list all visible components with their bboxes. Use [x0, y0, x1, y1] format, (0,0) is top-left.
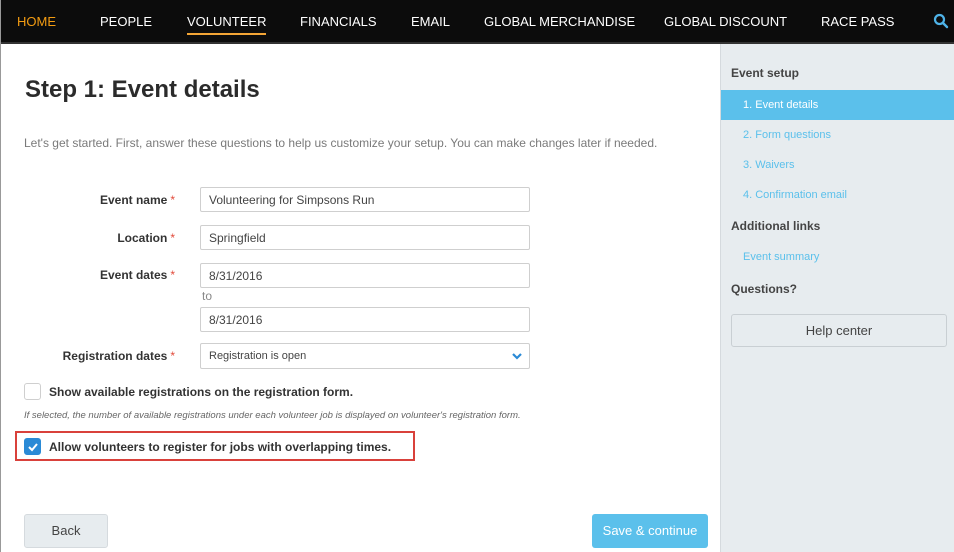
registration-dates-label: Registration dates *: [63, 349, 175, 363]
nav-label: FINANCIALS: [300, 14, 377, 29]
event-end-date-input[interactable]: 8/31/2016: [200, 307, 530, 332]
sidebar-link-event-summary[interactable]: Event summary: [721, 242, 954, 272]
additional-links-heading: Additional links: [731, 219, 821, 233]
nav-label: GLOBAL MERCHANDISE: [484, 14, 636, 29]
top-navigation: HOME PEOPLE VOLUNTEER FINANCIALS EMAIL G…: [1, 0, 954, 44]
nav-label: GLOBAL DISCOUNT: [664, 14, 788, 29]
nav-label: EMAIL: [411, 14, 451, 29]
save-continue-button[interactable]: Save & continue: [592, 514, 708, 548]
label-text: Registration dates: [62, 349, 168, 363]
sidebar-item-event-details[interactable]: 1. Event details: [721, 90, 954, 120]
location-input[interactable]: Springfield: [200, 225, 530, 250]
show-available-label: Show available registrations on the regi…: [49, 385, 354, 399]
sidebar-item-confirmation-email[interactable]: 4. Confirmation email: [721, 180, 954, 210]
required-marker: *: [170, 349, 175, 363]
event-start-date-input[interactable]: 8/31/2016: [200, 263, 530, 288]
app-frame: HOME PEOPLE VOLUNTEER FINANCIALS EMAIL G…: [0, 0, 954, 552]
allow-overlap-label: Allow volunteers to register for jobs wi…: [49, 440, 392, 454]
date-range-separator: to: [202, 289, 213, 303]
show-available-checkbox[interactable]: [24, 383, 41, 400]
nav-item-volunteer[interactable]: VOLUNTEER: [187, 0, 267, 44]
intro-text: Let's get started. First, answer these q…: [24, 136, 658, 150]
required-marker: *: [170, 193, 175, 207]
event-name-label: Event name *: [100, 193, 175, 207]
nav-item-global-discount[interactable]: GLOBAL DISCOUNT: [664, 0, 787, 44]
select-value: Registration is open: [209, 350, 307, 362]
nav-item-race-pass[interactable]: RACE PASS: [821, 0, 894, 44]
label-text: Event name: [99, 193, 168, 207]
setup-sidebar: Event setup 1. Event details 2. Form que…: [720, 44, 954, 552]
event-name-input[interactable]: Volunteering for Simpsons Run: [200, 187, 530, 212]
required-marker: *: [170, 231, 175, 245]
back-button[interactable]: Back: [24, 514, 108, 548]
questions-heading: Questions?: [731, 282, 798, 296]
search-icon[interactable]: [933, 13, 949, 29]
nav-item-people[interactable]: PEOPLE: [100, 0, 152, 44]
chevron-down-icon: [511, 350, 523, 362]
sidebar-item-waivers[interactable]: 3. Waivers: [721, 150, 954, 180]
nav-item-global-merchandise[interactable]: GLOBAL MERCHANDISE: [484, 0, 635, 44]
label-text: Location: [117, 231, 168, 245]
event-setup-heading: Event setup: [731, 66, 800, 80]
nav-item-email[interactable]: EMAIL: [411, 0, 450, 44]
nav-label: HOME: [17, 14, 56, 29]
main-content: Step 1: Event details Let's get started.…: [2, 44, 720, 552]
nav-item-financials[interactable]: FINANCIALS: [300, 0, 377, 44]
help-center-button[interactable]: Help center: [731, 314, 947, 347]
nav-item-home[interactable]: HOME: [17, 0, 56, 44]
registration-dates-select[interactable]: Registration is open: [200, 343, 530, 369]
check-icon: [28, 443, 38, 452]
show-available-hint: If selected, the number of available reg…: [24, 410, 521, 421]
event-dates-label: Event dates *: [100, 268, 175, 282]
location-label: Location *: [117, 231, 175, 245]
sidebar-item-form-questions[interactable]: 2. Form questions: [721, 120, 954, 150]
nav-label: VOLUNTEER: [187, 14, 267, 35]
nav-label: RACE PASS: [821, 14, 895, 29]
page-title: Step 1: Event details: [25, 76, 260, 103]
required-marker: *: [170, 268, 175, 282]
nav-label: PEOPLE: [100, 14, 153, 29]
label-text: Event dates: [99, 268, 168, 282]
allow-overlap-checkbox[interactable]: [24, 438, 41, 455]
